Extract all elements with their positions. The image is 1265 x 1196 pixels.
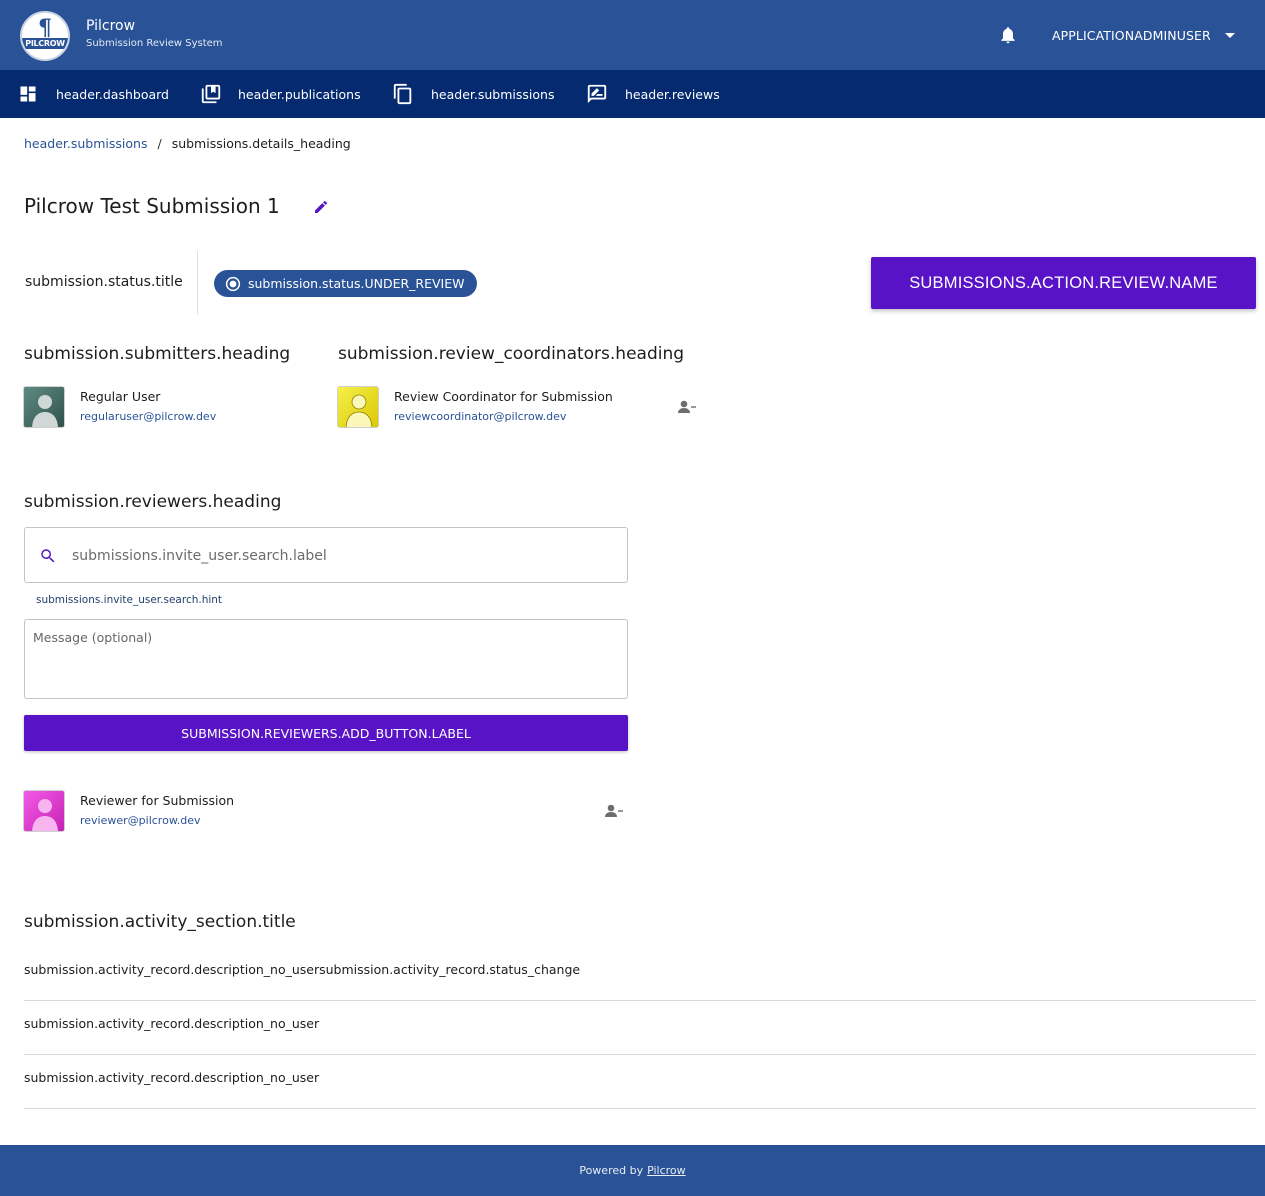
nav-label-dashboard: header.dashboard — [56, 86, 169, 102]
breadcrumb-separator: / — [157, 136, 162, 151]
nav-label-submissions: header.submissions — [431, 86, 555, 102]
coordinator-name: Review Coordinator for Submission — [394, 389, 613, 404]
footer-prefix: Powered by — [579, 1164, 644, 1177]
pencil-icon[interactable] — [313, 199, 329, 215]
nav-item-publications[interactable]: header.publications — [200, 70, 361, 118]
activity-record-text: submission.activity_record.description_n… — [24, 1016, 320, 1031]
rate-review-icon — [587, 84, 607, 104]
nav-label-reviews: header.reviews — [625, 86, 720, 102]
submitter-name: Regular User — [80, 389, 161, 404]
user-silhouette-icon — [24, 791, 64, 831]
status-divider — [197, 251, 198, 315]
status-label: submission.status.title — [25, 274, 183, 290]
footer-link-pilcrow[interactable]: Pilcrow — [647, 1164, 686, 1177]
user-silhouette-icon — [338, 387, 378, 427]
activity-record: submission.activity_record.description_n… — [24, 1001, 1256, 1055]
activity-record-text: submission.activity_record.description_n… — [24, 962, 581, 977]
app-subtitle: Submission Review System — [86, 38, 223, 49]
top-header: ¶ PILCROW Pilcrow Submission Review Syst… — [0, 0, 1265, 70]
activity-record: submission.activity_record.description_n… — [24, 947, 1256, 1001]
status-value: submission.status.UNDER_REVIEW — [248, 276, 465, 291]
breadcrumb: header.submissions / submissions.details… — [24, 136, 351, 151]
avatar — [23, 790, 65, 832]
pilcrow-logo[interactable]: ¶ PILCROW — [20, 11, 70, 61]
copy-icon — [393, 83, 412, 105]
reviewer-search-field — [24, 527, 628, 583]
chevron-down-icon — [1224, 32, 1235, 38]
main-nav: header.dashboard header.publications hea… — [0, 70, 1265, 118]
dashboard-icon — [20, 86, 36, 102]
nav-item-dashboard[interactable]: header.dashboard — [18, 70, 169, 118]
status-badge: submission.status.UNDER_REVIEW — [214, 270, 478, 297]
nav-item-reviews[interactable]: header.reviews — [586, 70, 720, 118]
activity-heading: submission.activity_section.title — [24, 912, 296, 932]
bell-icon[interactable] — [998, 25, 1018, 45]
submitters-heading: submission.submitters.heading — [24, 344, 291, 364]
app-title: Pilcrow — [86, 18, 136, 34]
user-name: APPLICATIONADMINUSER — [1052, 27, 1211, 43]
person-remove-icon[interactable] — [604, 804, 624, 818]
footer: Powered by Pilcrow — [0, 1145, 1265, 1196]
breadcrumb-link-submissions[interactable]: header.submissions — [24, 136, 147, 151]
review-action-button[interactable]: SUBMISSIONS.ACTION.REVIEW.NAME — [871, 257, 1256, 309]
nav-item-submissions[interactable]: header.submissions — [392, 70, 554, 118]
publications-icon — [201, 84, 221, 104]
message-field[interactable] — [24, 619, 628, 699]
review-coordinators-heading: submission.review_coordinators.heading — [338, 344, 685, 364]
breadcrumb-current: submissions.details_heading — [171, 136, 351, 151]
logo-band-text: PILCROW — [22, 38, 68, 49]
add-reviewer-button[interactable]: SUBMISSION.REVIEWERS.ADD_BUTTON.LABEL — [24, 715, 628, 751]
reviewers-heading: submission.reviewers.heading — [24, 492, 282, 512]
person-remove-icon[interactable] — [677, 400, 697, 414]
search-icon — [41, 549, 55, 563]
reviewer-name: Reviewer for Submission — [80, 793, 235, 808]
avatar — [337, 386, 379, 428]
nav-label-publications: header.publications — [238, 86, 361, 102]
avatar — [23, 386, 65, 428]
user-silhouette-icon — [24, 387, 64, 427]
coordinator-email[interactable]: reviewcoordinator@pilcrow.dev — [394, 410, 566, 423]
search-hint: submissions.invite_user.search.hint — [36, 594, 223, 606]
user-menu-button[interactable]: APPLICATIONADMINUSER — [1044, 22, 1243, 48]
reviewer-email[interactable]: reviewer@pilcrow.dev — [80, 814, 201, 827]
activity-record: submission.activity_record.description_n… — [24, 1055, 1256, 1109]
page-title: Pilcrow Test Submission 1 — [24, 194, 280, 218]
submitter-email[interactable]: regularuser@pilcrow.dev — [80, 410, 216, 423]
reviewer-search-input[interactable] — [72, 545, 612, 567]
activity-record-text: submission.activity_record.description_n… — [24, 1070, 320, 1085]
radio-checked-icon — [225, 276, 241, 291]
